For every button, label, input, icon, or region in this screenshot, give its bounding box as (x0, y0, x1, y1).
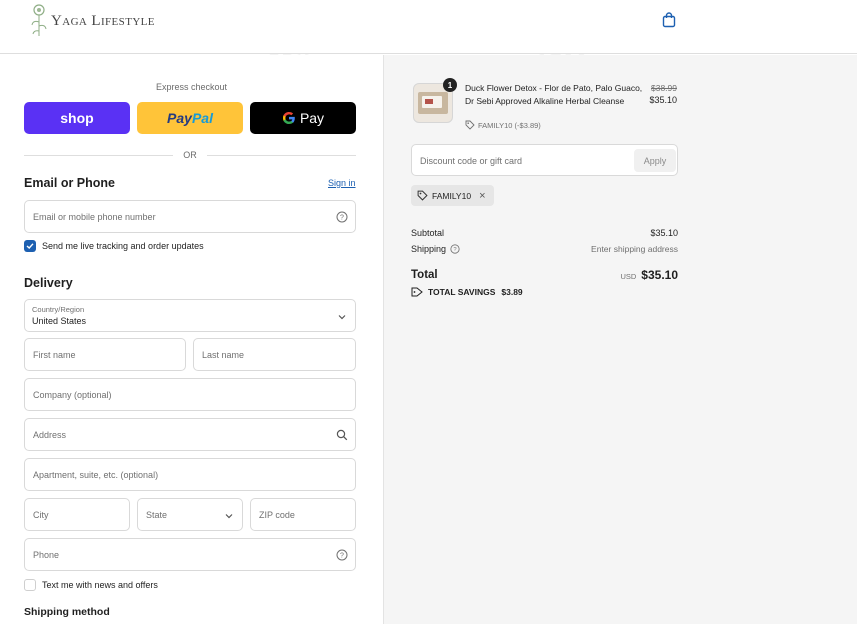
email-phone-placeholder: Email or mobile phone number (33, 212, 156, 222)
chevron-down-icon (338, 315, 346, 320)
savings-value: $3.89 (501, 287, 523, 297)
subtotal-label: Subtotal (411, 228, 445, 238)
total-value-wrap: USD $35.10 (620, 268, 678, 282)
phone-input[interactable]: Phone ? (24, 538, 356, 571)
total-row: Total USD $35.10 (411, 268, 678, 282)
address-input[interactable]: Address (24, 418, 356, 451)
google-pay-label: Pay (299, 110, 325, 126)
svg-text:?: ? (340, 553, 344, 560)
product-image-mark (425, 99, 433, 104)
country-select[interactable]: Country/Region United States (24, 299, 356, 332)
order-summary: 1 Duck Flower Detox - Flor de Pato, Palo… (383, 55, 857, 624)
total-currency: USD (620, 272, 637, 281)
chevron-down-icon (225, 514, 233, 519)
total-label: Total (411, 269, 438, 281)
google-g-icon (282, 112, 295, 124)
divider-line (24, 154, 174, 156)
checkmark-icon (26, 243, 34, 249)
original-price: $38.99 (651, 83, 677, 93)
item-price: $35.10 (649, 95, 677, 105)
company-input[interactable]: Company (optional) (24, 378, 356, 411)
applied-code: FAMILY10 (432, 190, 472, 201)
news-checkbox[interactable] (24, 579, 36, 591)
subtotal-row: Subtotal $35.10 (411, 228, 678, 238)
express-checkout-label: Express checkout (155, 82, 228, 92)
tag-icon (465, 120, 475, 130)
paypal-label-part2: Pal (191, 110, 213, 126)
paypal-label-part1: Pay (167, 110, 192, 126)
apartment-placeholder: Apartment, suite, etc. (optional) (33, 470, 159, 480)
remove-discount-icon[interactable]: × (479, 190, 485, 202)
help-icon[interactable]: ? (336, 211, 348, 223)
checkout-form: Express checkout shop Pay Pal Pay OR Emai… (0, 55, 383, 624)
svg-text:?: ? (453, 247, 457, 253)
quantity-badge: 1 (443, 78, 457, 92)
shipping-label-wrap: Shipping ? (411, 244, 460, 254)
divider-line (206, 154, 356, 156)
shop-pay-label: shop (60, 110, 94, 126)
subtotal-value: $35.10 (650, 228, 678, 238)
paypal-button[interactable]: Pay Pal (137, 102, 243, 134)
news-label: Text me with news and offers (42, 580, 158, 590)
google-pay-button[interactable]: Pay (250, 102, 356, 134)
country-value: United States (32, 316, 87, 326)
help-icon[interactable]: ? (336, 549, 348, 561)
shipping-method-heading: Shipping method (24, 606, 110, 618)
tag-icon (417, 190, 428, 201)
zip-input[interactable]: ZIP code (250, 498, 356, 531)
shipping-row: Shipping ? Enter shipping address (411, 244, 678, 254)
help-icon[interactable]: ? (450, 244, 460, 254)
shipping-value: Enter shipping address (591, 244, 678, 254)
state-placeholder: State (146, 510, 168, 520)
apartment-input[interactable]: Apartment, suite, etc. (optional) (24, 458, 356, 491)
last-name-placeholder: Last name (202, 350, 245, 360)
brand-logo[interactable]: Yaga Lifestyle (30, 2, 155, 38)
shop-pay-button[interactable]: shop (24, 102, 130, 134)
total-value: $35.10 (641, 268, 678, 282)
savings-label: TOTAL SAVINGS (428, 287, 496, 297)
address-placeholder: Address (33, 430, 67, 440)
apply-button[interactable]: Apply (634, 149, 676, 172)
city-input[interactable]: City (24, 498, 130, 531)
tag-icon (411, 287, 423, 297)
country-label: Country/Region (32, 305, 85, 314)
shipping-label: Shipping (411, 244, 447, 254)
tracking-label: Send me live tracking and order updates (42, 241, 204, 251)
zip-placeholder: ZIP code (259, 510, 295, 520)
tracking-checkbox[interactable] (24, 240, 36, 252)
svg-text:?: ? (340, 215, 344, 222)
site-header: Yaga Lifestyle (0, 0, 857, 54)
or-label: OR (183, 150, 197, 160)
product-name: Duck Flower Detox - Flor de Pato, Palo G… (465, 83, 643, 106)
total-savings: TOTAL SAVINGS $3.89 (411, 287, 523, 297)
city-placeholder: City (33, 510, 49, 520)
tracking-checkbox-row[interactable]: Send me live tracking and order updates (24, 240, 204, 252)
flower-logo-icon (31, 4, 47, 36)
email-phone-input[interactable]: Email or mobile phone number ? (24, 200, 356, 233)
or-divider: OR (24, 150, 356, 160)
delivery-heading: Delivery (24, 276, 73, 290)
applied-discount-chip: FAMILY10 × (411, 185, 494, 206)
product-discount-note: FAMILY10 (-$3.89) (465, 120, 541, 130)
first-name-placeholder: First name (33, 350, 76, 360)
discount-code-input[interactable]: Discount code or gift card Apply (411, 144, 678, 176)
product-discount-text: FAMILY10 (-$3.89) (478, 120, 541, 130)
company-placeholder: Company (optional) (33, 390, 112, 400)
first-name-input[interactable]: First name (24, 338, 186, 371)
shopping-bag-icon[interactable] (662, 12, 676, 28)
search-icon (336, 429, 348, 441)
brand-name: Yaga Lifestyle (51, 12, 155, 29)
discount-placeholder: Discount code or gift card (420, 156, 523, 166)
contact-heading: Email or Phone (24, 176, 115, 190)
last-name-input[interactable]: Last name (193, 338, 356, 371)
state-select[interactable]: State (137, 498, 243, 531)
news-checkbox-row[interactable]: Text me with news and offers (24, 579, 158, 591)
sign-in-link[interactable]: Sign in (328, 178, 356, 188)
phone-placeholder: Phone (33, 550, 60, 560)
